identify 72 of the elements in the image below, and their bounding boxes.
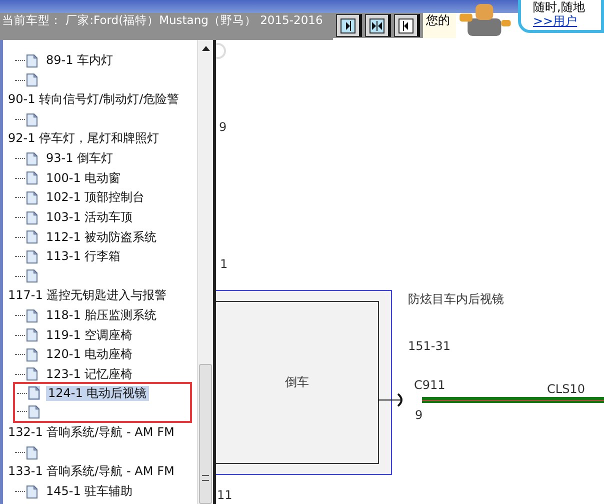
tree-line [15, 256, 25, 258]
tree-item[interactable]: 100-1 电动窗 [44, 170, 123, 186]
tree-item[interactable]: 145-1 驻车辅助 [44, 484, 135, 500]
tree-line [15, 80, 25, 81]
notice-text: 您的 [423, 13, 456, 38]
tree-line [15, 60, 25, 62]
tree-line [15, 491, 25, 492]
tree-item[interactable]: 102-1 顶部控制台 [44, 190, 147, 206]
wire-name: CLS10 [547, 382, 585, 396]
pin-number: 11 [217, 488, 232, 502]
document-icon [26, 484, 38, 499]
tree-line [17, 392, 27, 394]
tree-group[interactable]: 90-1 转向信号灯/制动灯/危险警 [3, 90, 197, 110]
tree-item[interactable]: 112-1 被动防盗系统 [44, 230, 159, 245]
pin-number: 1 [220, 257, 228, 271]
tree-item[interactable]: 103-1 活动车顶 [44, 210, 135, 226]
connector-pin: 9 [415, 408, 423, 422]
tree-line [17, 411, 27, 412]
document-icon [26, 367, 38, 382]
tree-line [15, 334, 25, 336]
expand-right-icon [338, 16, 358, 36]
document-icon [26, 171, 38, 186]
tree-line [15, 217, 25, 218]
tree-line [15, 374, 25, 375]
layout-button[interactable] [336, 14, 362, 37]
document-icon [26, 152, 38, 166]
scroll-up-icon[interactable] [200, 45, 210, 51]
connector-name: C911 [414, 378, 446, 392]
tree-item[interactable]: 120-1 电动座椅 [44, 347, 135, 362]
component-label: 倒车 [285, 374, 309, 391]
document-icon [26, 190, 38, 205]
document-icon [28, 386, 40, 400]
tree-line [15, 119, 25, 120]
tree-line [15, 354, 25, 356]
pin-number: 9 [219, 120, 227, 134]
tree-item[interactable]: 93-1 倒车灯 [44, 151, 116, 166]
document-icon [26, 308, 38, 323]
tree-item[interactable]: 123-1 记忆座椅 [44, 366, 135, 382]
component-name: 防炫目车内后视镜 [408, 292, 504, 306]
tree-line [15, 158, 25, 160]
document-icon [26, 250, 38, 264]
tree-group[interactable]: 132-1 音响系统/导航 - AM FM [3, 423, 197, 443]
page-reference: 151-31 [408, 339, 451, 353]
tree-item[interactable]: 118-1 胎压监测系统 [44, 308, 159, 324]
tree-line [15, 452, 25, 454]
expand-left-icon [396, 16, 416, 36]
tree-item[interactable]: 119-1 空调座椅 [44, 328, 135, 343]
layout-button[interactable] [394, 14, 420, 37]
promo-text: 随时,随地 [533, 0, 586, 14]
tree-line [15, 236, 25, 238]
tree-item[interactable]: 89-1 车内灯 [44, 53, 116, 68]
tree-line [15, 197, 25, 198]
tree-group[interactable]: 117-1 遥控无钥匙进入与报警 [3, 286, 197, 306]
document-icon [26, 348, 38, 362]
tree-group[interactable]: 133-1 音响系统/导航 - AM FM [3, 462, 197, 482]
split-view-icon [367, 16, 387, 36]
tree-group[interactable]: 92-1 停车灯，尾灯和牌照灯 [3, 129, 197, 149]
car-model-title: 当前车型： 厂家:Ford(福特）Mustang（野马） 2015-2016 [2, 13, 324, 27]
tree-item[interactable]: 124-1 电动后视镜 [46, 386, 149, 401]
document-icon [26, 210, 38, 225]
tree-item[interactable]: 113-1 行李箱 [44, 249, 123, 264]
layout-button[interactable] [365, 14, 391, 37]
tree-line [15, 315, 25, 316]
scrollbar[interactable] [197, 40, 213, 504]
grip-icon [202, 475, 209, 481]
document-icon [26, 230, 38, 244]
upgrade-link[interactable]: >>用户 [533, 14, 601, 28]
tree-line [15, 276, 25, 277]
scroll-thumb[interactable] [199, 364, 212, 504]
document-icon [26, 328, 38, 342]
tree-line [15, 178, 25, 179]
document-icon [26, 54, 38, 68]
